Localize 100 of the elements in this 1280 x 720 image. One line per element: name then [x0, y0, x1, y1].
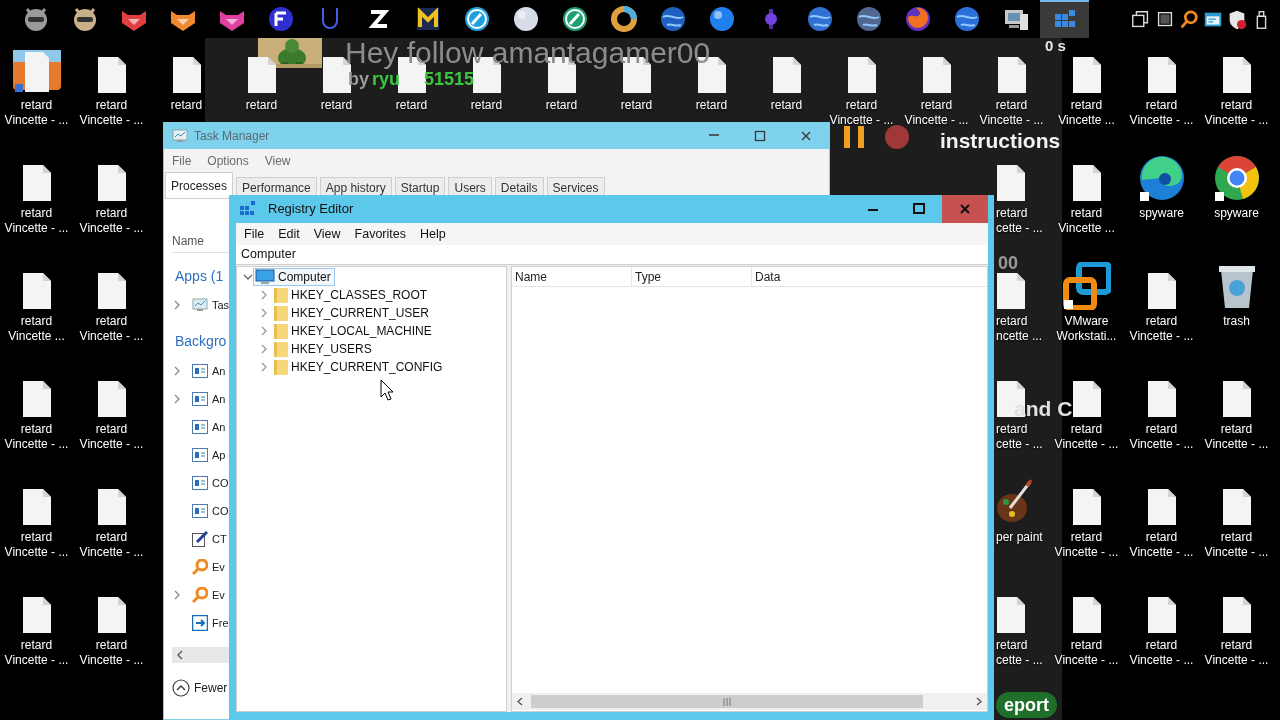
horizontal-scrollbar[interactable]: [512, 693, 987, 710]
chevron-right-icon[interactable]: [172, 366, 182, 376]
process-name[interactable]: Tas: [212, 296, 230, 314]
circle-icon[interactable]: [462, 5, 491, 33]
file-icon[interactable]: [996, 596, 1026, 634]
menu-item[interactable]: Edit: [271, 224, 307, 244]
process-name[interactable]: Ev: [212, 586, 225, 604]
process-name[interactable]: Ap: [212, 446, 226, 464]
process-name[interactable]: Fre: [212, 614, 229, 632]
globe-icon[interactable]: [952, 5, 981, 33]
arrow-circle-icon[interactable]: [266, 5, 295, 33]
tree-item[interactable]: HKEY_USERS: [269, 340, 376, 358]
close-icon[interactable]: [958, 202, 972, 216]
icon-label: Vincette - ...: [1129, 437, 1194, 452]
file-icon[interactable]: [96, 272, 127, 310]
tree-item[interactable]: HKEY_CURRENT_USER: [269, 304, 434, 322]
menu-item[interactable]: Favorites: [347, 224, 413, 244]
close-icon[interactable]: [799, 129, 813, 143]
file-icon[interactable]: [246, 56, 277, 94]
pen-icon: [192, 531, 208, 547]
file-icon[interactable]: [1221, 380, 1252, 418]
file-icon[interactable]: [771, 56, 802, 94]
file-icon[interactable]: [1221, 488, 1252, 526]
file-icon[interactable]: [21, 164, 52, 202]
file-icon[interactable]: [1221, 596, 1252, 634]
round-logo-icon[interactable]: [1212, 154, 1261, 202]
image-file-icon[interactable]: [12, 50, 61, 94]
process-name[interactable]: An: [212, 390, 226, 408]
ring-icon[interactable]: [609, 5, 638, 33]
file-icon[interactable]: [1146, 272, 1177, 310]
process-name[interactable]: CO: [212, 474, 229, 492]
chevron-right-icon[interactable]: [172, 590, 182, 600]
file-icon[interactable]: [1146, 56, 1177, 94]
sphere-icon[interactable]: [707, 5, 736, 33]
menu-item[interactable]: Help: [413, 224, 453, 244]
file-icon[interactable]: [921, 56, 952, 94]
tab[interactable]: Processes: [165, 172, 234, 198]
file-icon[interactable]: [1071, 596, 1102, 634]
file-icon[interactable]: [96, 488, 127, 526]
column-header[interactable]: Type: [632, 267, 752, 287]
file-icon[interactable]: [996, 272, 1026, 310]
maximize-icon[interactable]: [753, 129, 767, 143]
process-name[interactable]: An: [212, 362, 226, 380]
file-icon[interactable]: [21, 272, 52, 310]
globe-icon[interactable]: [854, 5, 883, 33]
file-icon[interactable]: [96, 56, 127, 94]
file-icon[interactable]: [21, 596, 52, 634]
file-icon[interactable]: [96, 596, 127, 634]
tree-item[interactable]: HKEY_LOCAL_MACHINE: [269, 322, 436, 340]
chevron-down-icon[interactable]: [243, 272, 253, 282]
file-icon[interactable]: [21, 380, 52, 418]
horizontal-scrollbar[interactable]: [172, 647, 232, 663]
chevron-right-icon[interactable]: [259, 344, 269, 354]
swirl-icon[interactable]: [805, 5, 834, 33]
file-icon[interactable]: [1071, 164, 1102, 202]
file-icon[interactable]: [1146, 380, 1177, 418]
chevron-right-icon[interactable]: [259, 326, 269, 336]
file-icon[interactable]: [96, 164, 127, 202]
chevron-right-icon[interactable]: [259, 362, 269, 372]
file-icon[interactable]: [846, 56, 877, 94]
file-icon[interactable]: [96, 380, 127, 418]
fewer-details-link[interactable]: Fewer: [194, 679, 228, 697]
collapse-up-icon[interactable]: [172, 679, 190, 697]
process-name[interactable]: An: [212, 418, 226, 436]
tree-item[interactable]: HKEY_CLASSES_ROOT: [269, 286, 432, 304]
menu-item[interactable]: File: [237, 224, 272, 244]
chevron-right-icon[interactable]: [259, 308, 269, 318]
tree-item[interactable]: HKEY_CURRENT_CONFIG: [269, 358, 447, 376]
file-icon[interactable]: [996, 164, 1026, 202]
chevron-right-icon[interactable]: [172, 300, 182, 310]
overlapping-squares-icon[interactable]: [1062, 262, 1111, 310]
chevron-right-icon[interactable]: [259, 290, 269, 300]
menu-item[interactable]: View: [264, 152, 291, 170]
file-icon[interactable]: [1146, 488, 1177, 526]
file-icon[interactable]: [1071, 488, 1102, 526]
globe-icon[interactable]: [658, 5, 687, 33]
maximize-icon[interactable]: [912, 202, 926, 216]
sphere-icon[interactable]: [511, 5, 540, 33]
file-icon[interactable]: [996, 56, 1027, 94]
process-name[interactable]: CO: [212, 502, 229, 520]
swirl-icon[interactable]: [1137, 154, 1186, 202]
circle-icon[interactable]: [560, 5, 589, 33]
process-name[interactable]: CT: [212, 530, 227, 548]
file-icon[interactable]: [171, 56, 202, 94]
chevron-right-icon[interactable]: [172, 394, 182, 404]
file-icon[interactable]: [1071, 380, 1102, 418]
address-bar[interactable]: Computer: [236, 245, 988, 265]
menu-item[interactable]: File: [172, 152, 192, 170]
file-icon[interactable]: [1221, 56, 1252, 94]
scroll-thumb[interactable]: [531, 695, 923, 708]
column-header[interactable]: Name: [512, 267, 632, 287]
file-icon[interactable]: [1146, 596, 1177, 634]
menu-item[interactable]: View: [306, 224, 348, 244]
globe-icon[interactable]: [903, 5, 932, 33]
file-icon[interactable]: [1071, 56, 1102, 94]
file-icon[interactable]: [21, 488, 52, 526]
menu-item[interactable]: Options: [207, 152, 249, 170]
process-name[interactable]: Ev: [212, 558, 225, 576]
column-header[interactable]: Data: [752, 267, 987, 287]
tree-item[interactable]: Computer: [253, 268, 335, 286]
